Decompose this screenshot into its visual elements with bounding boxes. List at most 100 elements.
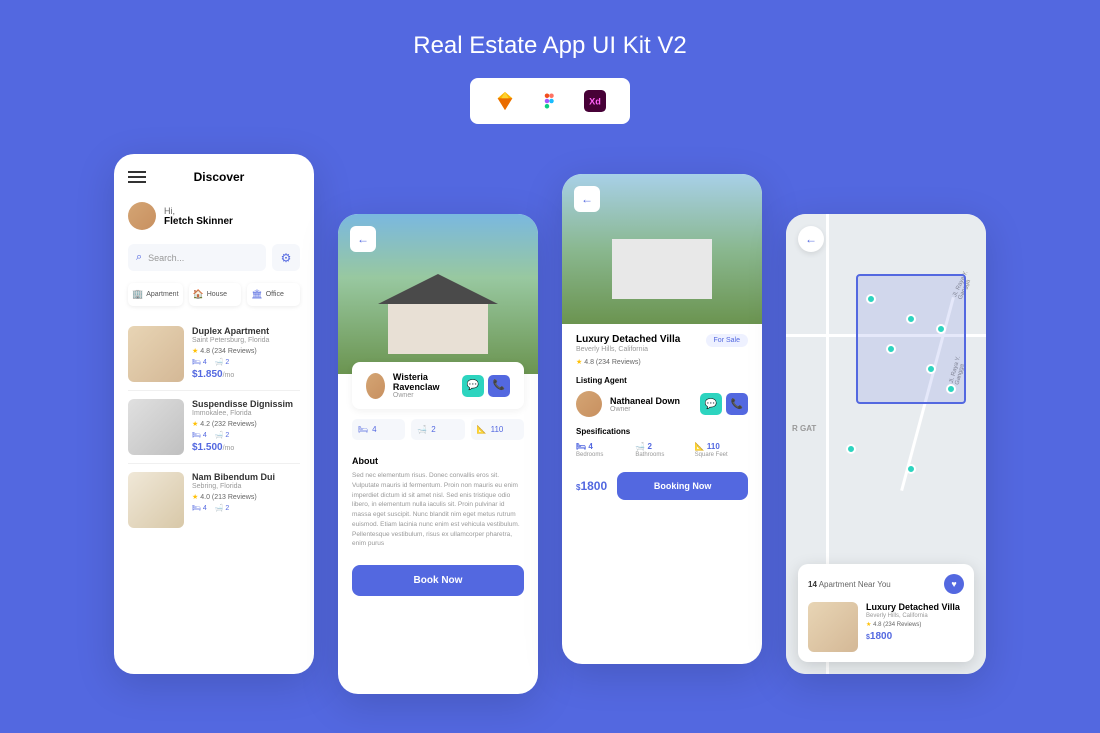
sketch-icon [493,89,517,113]
listing-price: $1.850/mo [192,369,300,380]
map-pin[interactable] [906,464,916,474]
owner-card: Wisteria Ravenclaw Owner 💬 📞 [352,362,524,409]
spec-area: 📐110 [471,419,524,440]
bed-icon: 🛏 4 [192,504,207,512]
discover-screen: Discover Hi, Fletch Skinner ⌕ Search... … [114,154,314,674]
property-price: $1800 [576,479,607,493]
map-pin[interactable] [936,324,946,334]
screen-title: Discover [138,170,300,184]
map-pin[interactable] [906,314,916,324]
villa-screen: ← Luxury Detached Villa Beverly Hills, C… [562,174,762,664]
phone-icon: 📞 [731,399,743,410]
detail-screen: ← Wisteria Ravenclaw Owner 💬 📞 🛏4 🛁2 📐11… [338,214,538,694]
tools-badge: Xd [470,78,630,124]
office-icon: 🏛 [251,289,262,300]
property-rating: ★ 4.8 (234 Reviews) [576,358,748,366]
category-apartment[interactable]: 🏢Apartment [128,283,183,306]
call-button[interactable]: 📞 [726,393,748,415]
map-pin[interactable] [866,294,876,304]
username: Fletch Skinner [164,216,233,227]
owner-name: Wisteria Ravenclaw [393,372,454,392]
map-pin[interactable] [926,364,936,374]
building-icon: 🏢 [132,289,143,300]
map-pin[interactable] [886,344,896,354]
map-pin[interactable] [946,384,956,394]
star-icon: ★ [576,359,582,366]
spec-beds: 🛏4 [352,419,405,440]
greeting: Hi, [164,206,233,216]
bed-icon: 🛏 4 [192,358,207,366]
arrow-left-icon: ← [357,232,369,246]
listing-card[interactable]: Suspendisse Dignissim Immokalee, Florida… [128,391,300,464]
filter-icon: ⚙ [281,251,292,265]
listing-rating: ★ 4.2 (232 Reviews) [192,420,300,428]
listing-price: $1800 [866,631,960,642]
bath-icon: 🛁 2 [215,358,230,366]
listing-card[interactable]: Nam Bibendum Dui Sebring, Florida ★ 4.0 … [128,464,300,536]
listing-location: Immokalee, Florida [192,410,300,417]
hero-image: ← [338,214,538,374]
search-input[interactable]: ⌕ Search... [128,244,266,271]
star-icon: ★ [192,421,198,428]
category-office[interactable]: 🏛Office [247,283,300,306]
avatar[interactable] [366,373,385,399]
bath-icon: 🛁 2 [215,504,230,512]
avatar[interactable] [576,391,602,417]
area-label: R GAT [792,424,816,433]
listing-rating: ★ 4.8 (234 Reviews) [192,347,300,355]
spec-bathrooms: 🛁 2Bathrooms [635,442,688,458]
chat-button[interactable]: 💬 [462,375,484,397]
chat-icon: 💬 [467,380,479,391]
category-house[interactable]: 🏠House [189,283,242,306]
property-location: Beverly Hills, California [576,346,680,353]
listing-image [128,326,184,382]
call-button[interactable]: 📞 [488,375,510,397]
listing-location: Sebring, Florida [192,483,300,490]
svg-text:Xd: Xd [589,97,601,107]
star-icon: ★ [192,348,198,355]
listing-price: $1.500/mo [192,442,300,453]
about-text: Sed nec elementum risus. Donec convallis… [352,471,524,549]
heart-icon: ♥ [951,579,956,589]
phone-icon: 📞 [493,380,505,391]
spec-baths: 🛁2 [411,419,464,440]
favorite-button[interactable]: ♥ [944,574,964,594]
about-heading: About [352,456,524,466]
listing-rating: ★ 4.8 (234 Reviews) [866,621,960,628]
back-button[interactable]: ← [798,226,824,252]
spec-sqft: 📐 110Square Feet [695,442,748,458]
booking-now-button[interactable]: Booking Now [617,472,748,500]
listing-image [808,602,858,652]
chat-button[interactable]: 💬 [700,393,722,415]
listing-image [128,399,184,455]
house-icon: 🏠 [193,289,204,300]
owner-role: Owner [393,392,454,399]
filter-button[interactable]: ⚙ [272,244,300,271]
listing-card[interactable]: Duplex Apartment Saint Petersburg, Flori… [128,318,300,391]
area-icon: 📐 [477,425,487,434]
xd-icon: Xd [583,89,607,113]
arrow-left-icon: ← [581,192,593,206]
hero-image: ← [562,174,762,324]
property-name: Luxury Detached Villa [576,334,680,345]
search-placeholder: Search... [148,253,184,263]
map-pin[interactable] [846,444,856,454]
back-button[interactable]: ← [350,226,376,252]
listing-location: Saint Petersburg, Florida [192,337,300,344]
listing-title: Luxury Detached Villa [866,602,960,612]
listing-card[interactable]: Luxury Detached Villa Beverly Hills, Cal… [808,602,964,652]
avatar[interactable] [128,202,156,230]
figma-icon [538,89,562,113]
back-button[interactable]: ← [574,186,600,212]
listing-title: Duplex Apartment [192,326,300,336]
map-screen: Jl. Raya Y. Gangga Jl. Raya Y. Gangga R … [786,214,986,674]
page-title: Real Estate App UI Kit V2 [0,0,1100,60]
status-badge: For Sale [706,334,748,347]
specs-heading: Spesifications [576,427,748,436]
book-now-button[interactable]: Book Now [352,565,524,596]
star-icon: ★ [192,494,198,501]
bath-icon: 🛁 [417,425,427,434]
bed-icon: 🛏 [358,425,368,434]
listing-location: Beverly Hills, California [866,613,960,619]
listing-rating: ★ 4.0 (213 Reviews) [192,493,300,501]
